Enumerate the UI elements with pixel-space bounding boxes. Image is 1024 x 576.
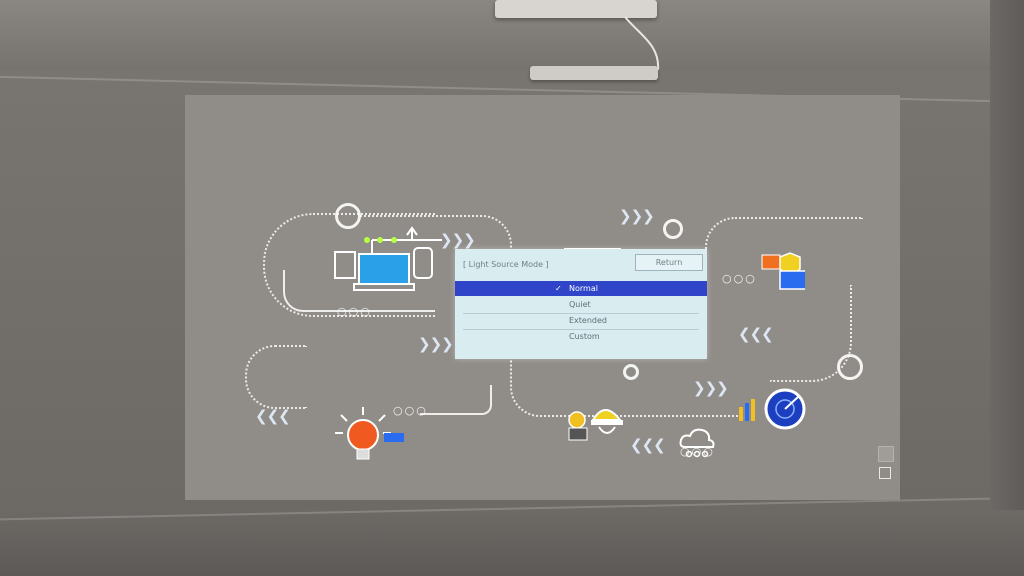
menu-item-quiet[interactable]: Quiet <box>455 297 707 312</box>
worker-helmet-icon <box>568 409 623 441</box>
dot-trail-1: ○○○ <box>337 305 372 318</box>
menu-item-custom[interactable]: Custom <box>455 329 707 344</box>
lower-wall <box>0 510 1024 576</box>
arrows-right-1: ❯❯❯ <box>440 231 476 249</box>
corner-icon <box>879 467 891 479</box>
path-solid-bottom <box>420 385 492 415</box>
node-circle-top-right <box>663 219 683 239</box>
arrows-right-2: ❯❯❯ <box>619 207 655 225</box>
arrows-left-1: ❮❮❮ <box>738 325 774 343</box>
corner-box <box>878 446 894 462</box>
menu-item-extended[interactable]: Extended <box>455 313 707 328</box>
arrows-right-4: ❯❯❯ <box>418 335 454 353</box>
menu-item-label: Normal <box>569 284 598 293</box>
dot-trail-3: ○○○ <box>393 404 428 417</box>
computer-network-icon <box>334 226 442 291</box>
arrows-right-3: ❯❯❯ <box>693 379 729 397</box>
blue-marker <box>384 433 404 442</box>
menu-item-label: Quiet <box>569 300 591 309</box>
arrows-left-3: ❮❮❮ <box>630 436 666 454</box>
cloud-icon <box>679 428 715 458</box>
right-wall <box>990 0 1024 576</box>
sensor-bar <box>530 66 658 80</box>
dot-trail-2: ○○○ <box>722 272 757 285</box>
menu-item-normal[interactable]: ✓ Normal <box>455 281 707 296</box>
menu-item-label: Extended <box>569 316 607 325</box>
check-icon: ✓ <box>555 284 562 293</box>
arrows-left-2: ❮❮❮ <box>255 407 291 425</box>
return-button[interactable]: Return <box>635 254 703 271</box>
radar-icon <box>739 388 806 430</box>
menu-item-label: Custom <box>569 332 600 341</box>
menu-title: [ Light Source Mode ] <box>463 260 549 269</box>
light-source-mode-menu: [ Light Source Mode ] Return ✓ Normal Qu… <box>455 249 707 359</box>
path-bottom-left <box>245 345 307 409</box>
node-circle-right <box>837 354 863 380</box>
node-circle-center <box>623 364 639 380</box>
security-shield-icon <box>761 252 805 290</box>
